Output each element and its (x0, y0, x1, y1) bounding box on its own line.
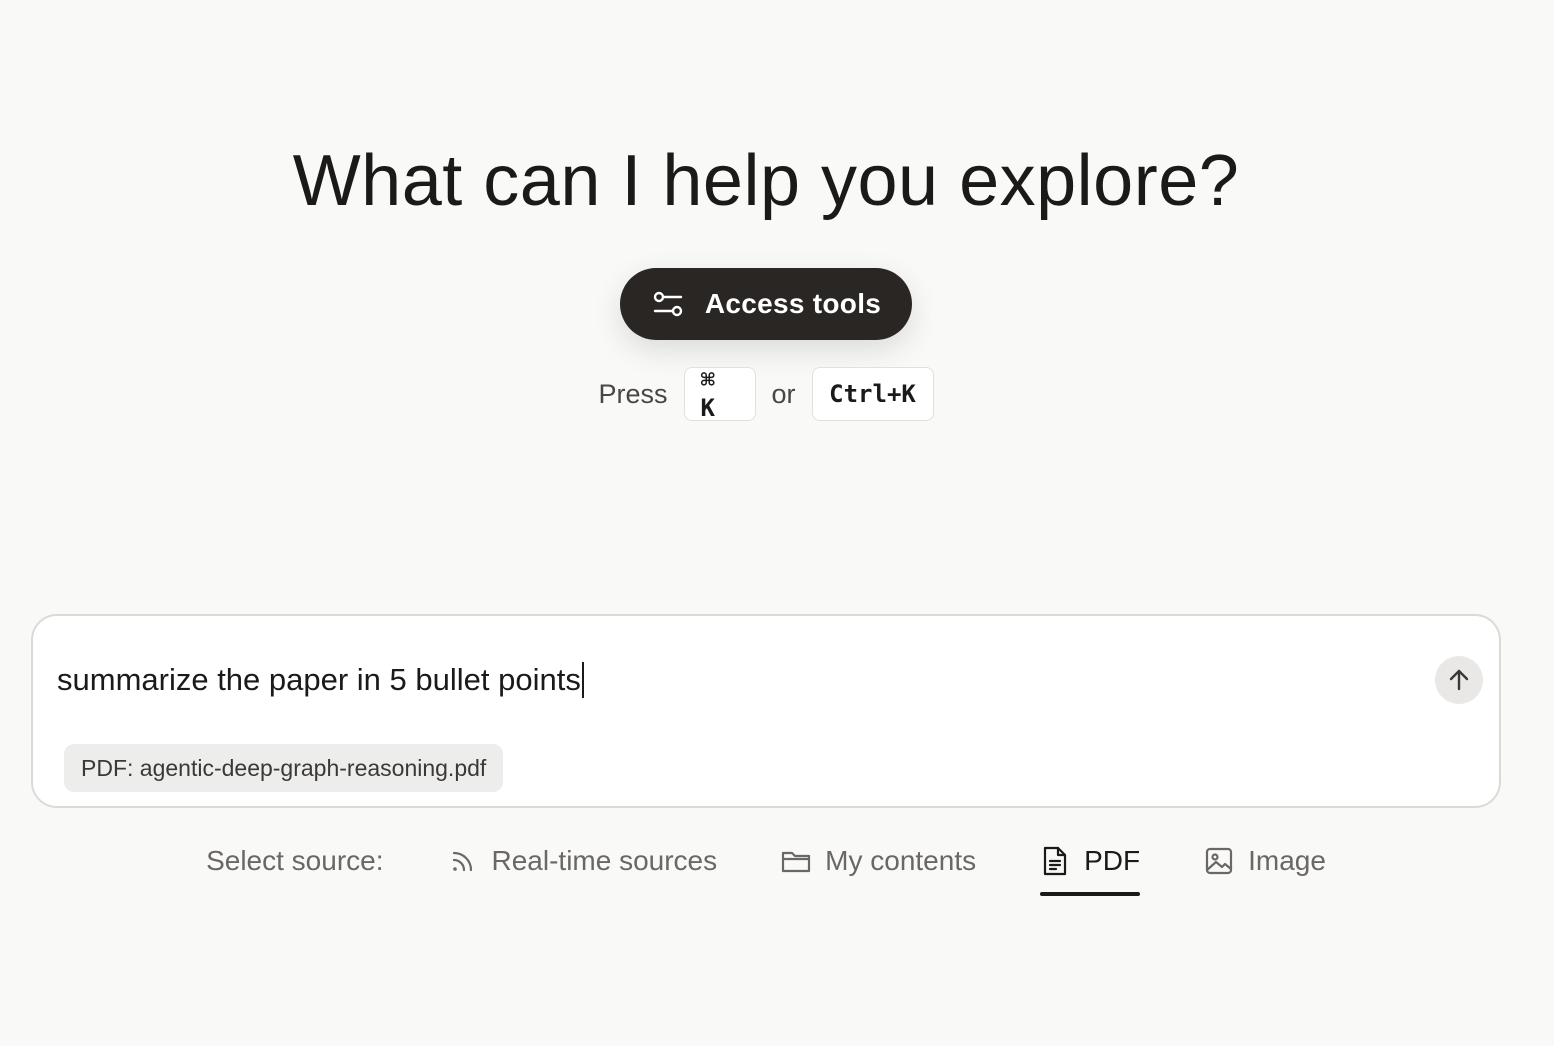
prompt-input[interactable]: summarize the paper in 5 bullet points (57, 662, 584, 698)
tab-my-contents[interactable]: My contents (781, 836, 976, 886)
text-caret (581, 662, 584, 698)
folder-icon (781, 846, 811, 876)
access-tools-button[interactable]: Access tools (620, 268, 912, 340)
send-button[interactable] (1435, 656, 1483, 704)
source-selector: Select source: Real-time sources My cont… (0, 836, 1532, 898)
tab-real-time-sources[interactable]: Real-time sources (448, 836, 718, 886)
attachment-chip[interactable]: PDF: agentic-deep-graph-reasoning.pdf (64, 744, 504, 792)
document-icon (1040, 846, 1070, 876)
ctrl-k-key: Ctrl+K (811, 367, 934, 421)
tab-label: Real-time sources (491, 845, 718, 876)
prompt-composer: summarize the paper in 5 bullet points P… (31, 614, 1501, 808)
cmd-k-key: ⌘ K (683, 366, 756, 422)
arrow-up-icon (1449, 669, 1469, 691)
access-tools-label: Access tools (704, 288, 882, 319)
rss-icon (448, 846, 478, 876)
tab-label: PDF (1084, 845, 1141, 876)
or-label: or (771, 378, 796, 409)
shortcut-hint: Press ⌘ K or Ctrl+K (0, 366, 1532, 422)
image-icon (1204, 846, 1234, 876)
prompt-text: summarize the paper in 5 bullet points (57, 662, 581, 697)
sliders-icon (651, 287, 685, 321)
page-title: What can I help you explore? (292, 141, 1240, 221)
tab-pdf[interactable]: PDF (1040, 836, 1141, 896)
select-source-label: Select source: (206, 845, 384, 876)
press-label: Press (598, 378, 668, 409)
tab-label: My contents (825, 845, 977, 876)
tab-image[interactable]: Image (1204, 836, 1326, 886)
tab-label: Image (1248, 845, 1326, 876)
